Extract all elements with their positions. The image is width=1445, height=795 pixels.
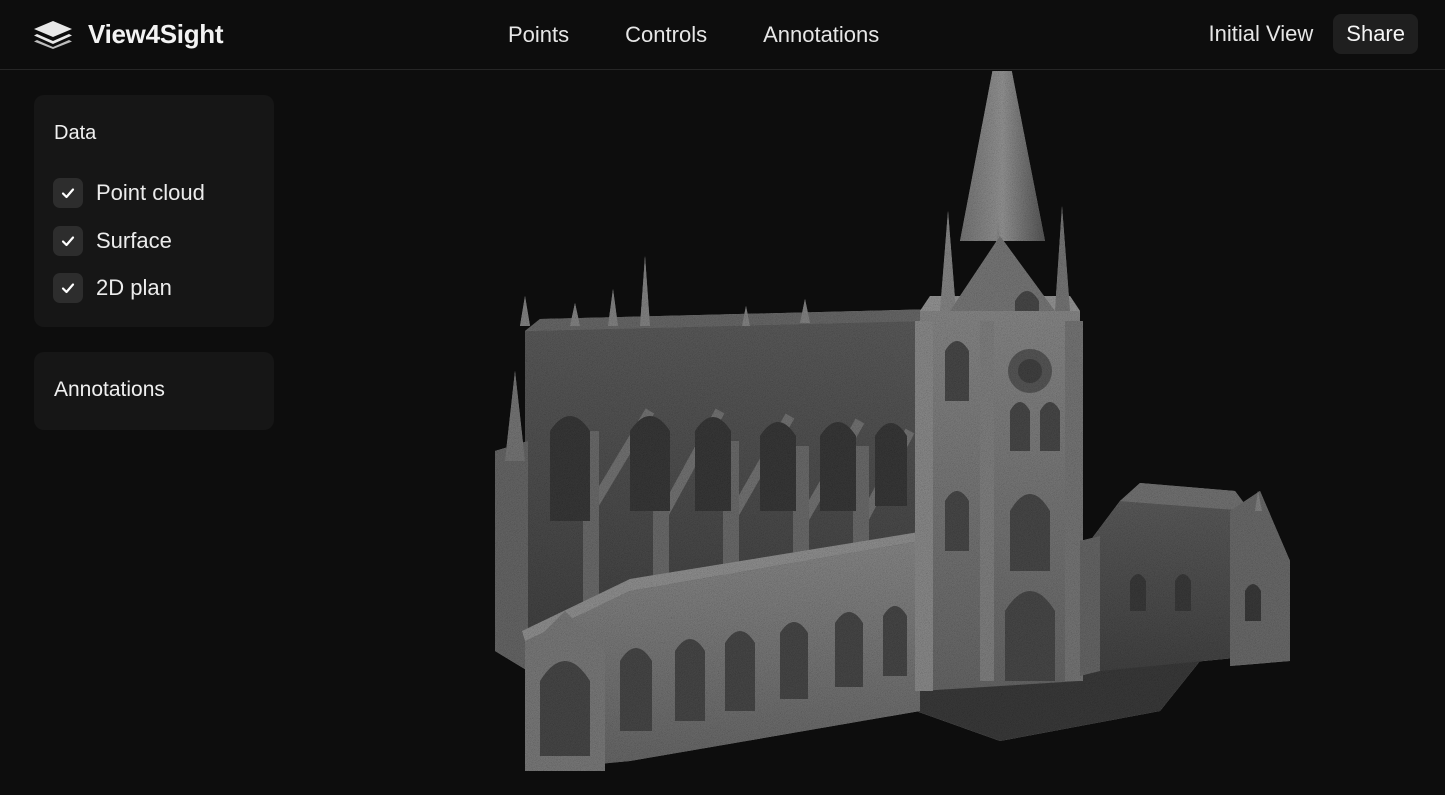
checkmark-icon bbox=[61, 188, 75, 199]
header-actions: Initial View Share bbox=[1207, 14, 1418, 54]
top-bar: View4Sight Points Controls Annotations I… bbox=[0, 0, 1445, 70]
layers-icon bbox=[32, 19, 74, 49]
annotations-panel[interactable]: Annotations bbox=[34, 352, 274, 430]
main-nav: Points Controls Annotations bbox=[500, 18, 887, 52]
cathedral-point-cloud bbox=[495, 71, 1290, 771]
nav-controls[interactable]: Controls bbox=[617, 18, 715, 52]
data-panel-title: Data bbox=[54, 122, 97, 144]
annotations-panel-title: Annotations bbox=[54, 378, 165, 401]
data-panel: Data Point cloud Surface 2D plan bbox=[34, 95, 274, 327]
initial-view-button[interactable]: Initial View bbox=[1207, 15, 1316, 53]
3d-viewport[interactable] bbox=[300, 71, 1445, 795]
checkmark-icon bbox=[61, 283, 75, 294]
2d-plan-checkbox[interactable] bbox=[53, 273, 83, 303]
point-cloud-checkbox[interactable] bbox=[53, 178, 83, 208]
checkmark-icon bbox=[61, 236, 75, 247]
share-button[interactable]: Share bbox=[1333, 14, 1418, 54]
viewer-app: View4Sight Points Controls Annotations I… bbox=[0, 0, 1445, 795]
nav-points[interactable]: Points bbox=[500, 18, 577, 52]
layer-label: Surface bbox=[96, 228, 172, 253]
layer-label: Point cloud bbox=[96, 180, 205, 205]
layer-point-cloud[interactable]: Point cloud bbox=[53, 178, 205, 208]
layer-label: 2D plan bbox=[96, 275, 172, 300]
brand[interactable]: View4Sight bbox=[32, 16, 224, 52]
layer-surface[interactable]: Surface bbox=[53, 226, 172, 256]
surface-checkbox[interactable] bbox=[53, 226, 83, 256]
nav-annotations[interactable]: Annotations bbox=[755, 18, 887, 52]
layer-2d-plan[interactable]: 2D plan bbox=[53, 273, 172, 303]
app-name: View4Sight bbox=[88, 18, 224, 49]
